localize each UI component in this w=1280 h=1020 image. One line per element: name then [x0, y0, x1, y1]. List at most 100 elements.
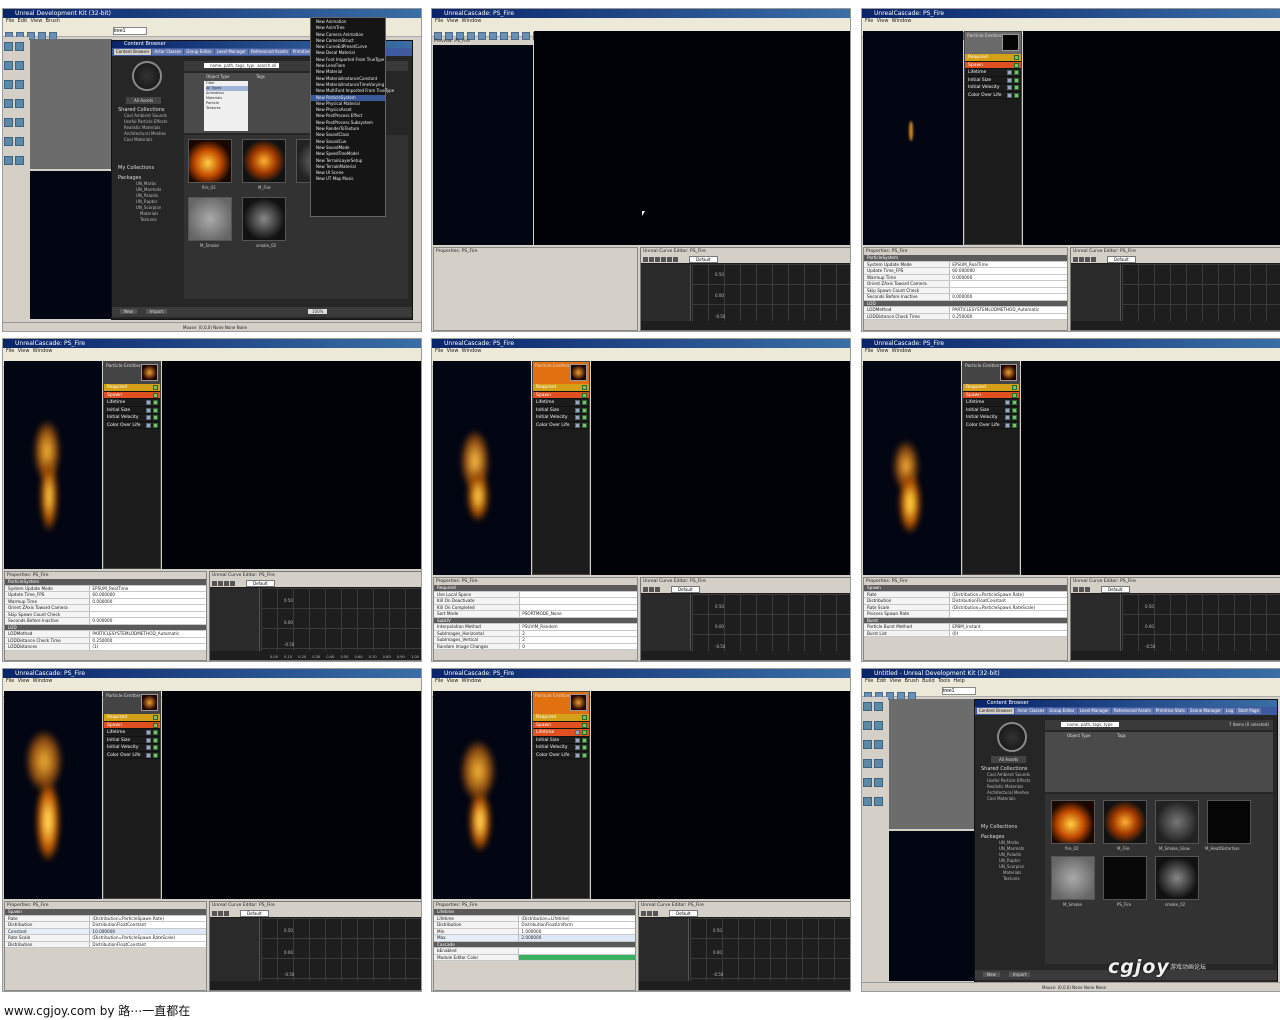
- cone-brush-icon[interactable]: [874, 721, 883, 730]
- curve-grid[interactable]: [1122, 264, 1280, 321]
- camera-mode-icon[interactable]: [4, 42, 13, 51]
- search-box[interactable]: name, path, tags, type: [1061, 722, 1119, 727]
- asset-thumbnail-particle-system[interactable]: [1103, 856, 1147, 900]
- camera-mode-icon[interactable]: [863, 702, 872, 711]
- menu-build[interactable]: Build: [922, 678, 935, 684]
- menu-item[interactable]: New UT Map Music: [311, 176, 385, 182]
- module-color-over-life[interactable]: Color Over Life: [533, 752, 589, 759]
- module-required[interactable]: Required: [963, 384, 1019, 392]
- module-initial-size[interactable]: Initial Size: [533, 737, 589, 744]
- property-row[interactable]: Burst List (0): [864, 630, 1067, 637]
- intersect-icon[interactable]: [863, 797, 872, 806]
- preview-viewport[interactable]: [4, 691, 102, 899]
- import-button[interactable]: Import: [146, 309, 168, 314]
- module-required[interactable]: Required: [533, 714, 589, 722]
- cone-brush-icon[interactable]: [15, 61, 24, 70]
- module-lifetime[interactable]: Lifetime: [104, 729, 160, 737]
- emitter-column[interactable]: Particle Emitter Required Spawn Lifetime…: [962, 361, 1020, 575]
- curve-track-list[interactable]: [210, 588, 260, 651]
- volume-icon[interactable]: [4, 156, 13, 165]
- emitter-header[interactable]: Particle Emitter: [963, 362, 1019, 384]
- select-icon[interactable]: [15, 156, 24, 165]
- fit-icon[interactable]: [1085, 586, 1090, 592]
- zoom-icon[interactable]: [649, 586, 654, 592]
- menu-view[interactable]: View: [877, 348, 889, 354]
- menu-file[interactable]: File: [865, 18, 873, 24]
- tab-group-editor[interactable]: Group Editor: [184, 49, 214, 55]
- emitter-list[interactable]: [534, 31, 850, 245]
- tab-actor-classes[interactable]: Actor Classes: [152, 49, 184, 55]
- preview-viewport[interactable]: [433, 45, 533, 245]
- menu-view[interactable]: View: [447, 18, 459, 24]
- property-row[interactable]: LODDistance Check Time 0.250000: [864, 313, 1067, 320]
- tab-level-manager[interactable]: Level Manager: [1077, 708, 1111, 714]
- menu-file[interactable]: File: [865, 348, 873, 354]
- constant-icon[interactable]: [673, 256, 678, 262]
- preview-viewport[interactable]: [863, 361, 961, 575]
- curve-track-list[interactable]: [210, 918, 260, 981]
- menu-view[interactable]: View: [447, 678, 459, 684]
- curve-grid[interactable]: [1122, 594, 1280, 651]
- curve-preset-select[interactable]: Default: [689, 255, 718, 263]
- zoom-icon[interactable]: [218, 580, 223, 586]
- tab-content-browser[interactable]: Content Browser: [977, 708, 1015, 714]
- subtract-icon[interactable]: [15, 118, 24, 127]
- sphere-brush-icon[interactable]: [863, 759, 872, 768]
- search-field[interactable]: [113, 27, 147, 35]
- curve-track-list[interactable]: [1071, 264, 1121, 321]
- module-initial-velocity[interactable]: Initial Velocity: [533, 744, 589, 752]
- module-spawn[interactable]: Spawn: [533, 391, 589, 399]
- bounds-icon[interactable]: [489, 32, 497, 40]
- fit-icon[interactable]: [655, 586, 660, 592]
- zoom-icon[interactable]: [647, 910, 652, 916]
- module-initial-velocity[interactable]: Initial Velocity: [104, 414, 160, 422]
- cube-brush-icon[interactable]: [863, 721, 872, 730]
- fit-icon[interactable]: [224, 580, 229, 586]
- tab-referenced-assets[interactable]: Referenced Assets: [248, 49, 290, 55]
- property-row[interactable]: Module Editor Color: [434, 954, 635, 961]
- tab-primitive-stats[interactable]: Primitive Stats: [1153, 708, 1188, 714]
- emitter-column[interactable]: Particle Emitter Required Spawn Lifetime…: [964, 31, 1022, 245]
- sheet-brush-icon[interactable]: [15, 80, 24, 89]
- module-initial-size[interactable]: Initial Size: [104, 407, 160, 414]
- module-required[interactable]: Required: [104, 384, 160, 392]
- deintersect-icon[interactable]: [874, 797, 883, 806]
- play-icon[interactable]: [511, 32, 519, 40]
- module-initial-size[interactable]: Initial Size: [533, 407, 589, 414]
- deintersect-icon[interactable]: [15, 137, 24, 146]
- menu-tools[interactable]: Tools: [938, 678, 950, 684]
- menu-file[interactable]: File: [435, 348, 443, 354]
- zoom-icon[interactable]: [218, 910, 223, 916]
- asset-thumbnail-fire[interactable]: [1103, 800, 1147, 844]
- package-item[interactable]: Textures: [981, 876, 1024, 882]
- emitter-header[interactable]: Particle Emitter: [533, 362, 589, 384]
- emitter-list-background[interactable]: [1021, 361, 1280, 575]
- pan-icon[interactable]: [212, 580, 217, 586]
- menu-item[interactable]: New MultiFont Imported From TrueType: [311, 88, 394, 94]
- all-assets-button[interactable]: All Assets: [991, 756, 1027, 763]
- auto-tangent-icon[interactable]: [661, 256, 666, 262]
- tab-content-browser[interactable]: Content Browser: [114, 49, 152, 55]
- emitter-list-background[interactable]: [1023, 31, 1280, 245]
- menu-file[interactable]: File: [6, 678, 14, 684]
- tab-group-editor[interactable]: Group Editor: [1047, 708, 1077, 714]
- curve-track-list[interactable]: [1071, 594, 1121, 651]
- cylinder-brush-icon[interactable]: [4, 80, 13, 89]
- menu-help[interactable]: Help: [953, 678, 964, 684]
- menu-window[interactable]: Window: [462, 348, 482, 354]
- emitter-list-background[interactable]: [591, 691, 850, 899]
- zoom-level[interactable]: 100%: [308, 309, 328, 314]
- viewport-top[interactable]: [30, 39, 112, 169]
- menu-window[interactable]: Window: [892, 18, 912, 24]
- stair-brush-icon[interactable]: [874, 759, 883, 768]
- menu-file[interactable]: File: [6, 348, 14, 354]
- pan-icon[interactable]: [1073, 256, 1078, 262]
- linear-icon[interactable]: [667, 256, 672, 262]
- menu-brush[interactable]: Brush: [46, 18, 60, 24]
- new-button[interactable]: New: [120, 309, 137, 314]
- asset-thumbnail-fire[interactable]: [242, 139, 286, 183]
- zoom-icon[interactable]: [1079, 586, 1084, 592]
- auto-tangent-icon[interactable]: [1091, 256, 1096, 262]
- menu-view[interactable]: View: [447, 348, 459, 354]
- module-lifetime[interactable]: Lifetime: [965, 69, 1021, 77]
